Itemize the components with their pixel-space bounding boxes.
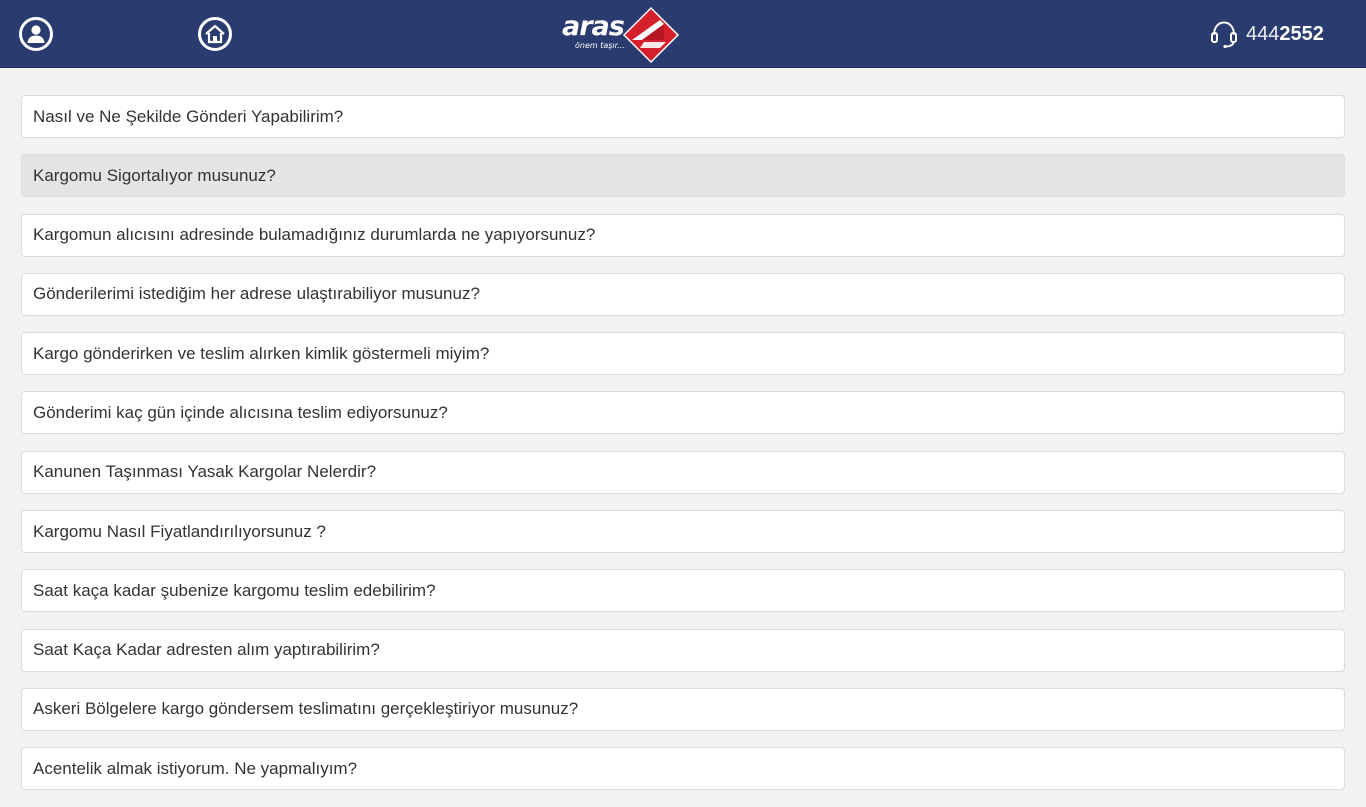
logo-slogan: önem taşır...	[575, 41, 625, 50]
faq-item[interactable]: Gönderilerimi istediğim her adrese ulaşt…	[21, 272, 1345, 316]
faq-item[interactable]: Nasıl ve Ne Şekilde Gönderi Yapabilirim?	[21, 95, 1345, 138]
top-bar: aras önem taşır... 4442552	[0, 0, 1366, 68]
faq-item[interactable]: Saat kaça kadar şubenize kargomu teslim …	[21, 569, 1345, 613]
faq-item-label: Nasıl ve Ne Şekilde Gönderi Yapabilirim?	[33, 106, 344, 126]
faq-item-label: Gönderilerimi istediğim her adrese ulaşt…	[33, 284, 480, 304]
faq-item-label: Kargomun alıcısını adresinde bulamadığın…	[33, 225, 596, 245]
faq-item-label: Kargomu Sigortalıyor musunuz?	[33, 165, 276, 185]
faq-item-label: Gönderimi kaç gün içinde alıcısına tesli…	[33, 402, 448, 422]
faq-item-label: Saat kaça kadar şubenize kargomu teslim …	[33, 580, 436, 600]
faq-item[interactable]: Acentelik almak istiyorum. Ne yapmalıyım…	[21, 747, 1345, 791]
logo-brand: aras	[562, 11, 625, 42]
user-icon	[27, 25, 45, 43]
faq-list: Nasıl ve Ne Şekilde Gönderi Yapabilirim?…	[21, 95, 1345, 807]
aras-logo[interactable]: aras önem taşır...	[560, 6, 682, 64]
headset-icon	[1211, 21, 1237, 49]
faq-item-label: Kargomu Nasıl Fiyatlandırılıyorsunuz ?	[33, 521, 326, 541]
faq-item-label: Askeri Bölgelere kargo göndersem teslima…	[33, 699, 579, 719]
call-center-phone[interactable]: 4442552	[1210, 19, 1324, 49]
home-button[interactable]	[198, 17, 232, 51]
phone-number: 2552	[1279, 22, 1324, 45]
faq-item[interactable]: Kargomu Nasıl Fiyatlandırılıyorsunuz ?	[21, 510, 1345, 554]
phone-prefix: 444	[1246, 22, 1280, 45]
faq-item[interactable]: Saat Kaça Kadar adresten alım yaptırabil…	[21, 628, 1345, 672]
faq-item[interactable]: Kargo gönderirken ve teslim alırken kiml…	[21, 332, 1345, 376]
faq-item-label: Kanunen Taşınması Yasak Kargolar Nelerdi…	[33, 462, 377, 482]
faq-item[interactable]: Kargomun alıcısını adresinde bulamadığın…	[21, 213, 1345, 257]
faq-item[interactable]: Kargomu Sigortalıyor musunuz?	[21, 154, 1345, 198]
faq-item[interactable]: Askeri Bölgelere kargo göndersem teslima…	[21, 687, 1345, 731]
faq-item-label: Kargo gönderirken ve teslim alırken kiml…	[33, 343, 490, 363]
home-icon	[205, 24, 225, 44]
faq-item-label: Acentelik almak istiyorum. Ne yapmalıyım…	[33, 758, 358, 778]
faq-item[interactable]: Kanunen Taşınması Yasak Kargolar Nelerdi…	[21, 450, 1345, 494]
profile-button[interactable]	[19, 17, 53, 51]
faq-item-label: Saat Kaça Kadar adresten alım yaptırabil…	[33, 640, 380, 660]
faq-item[interactable]: Gönderimi kaç gün içinde alıcısına tesli…	[21, 391, 1345, 435]
logo-mark-icon	[622, 6, 680, 64]
